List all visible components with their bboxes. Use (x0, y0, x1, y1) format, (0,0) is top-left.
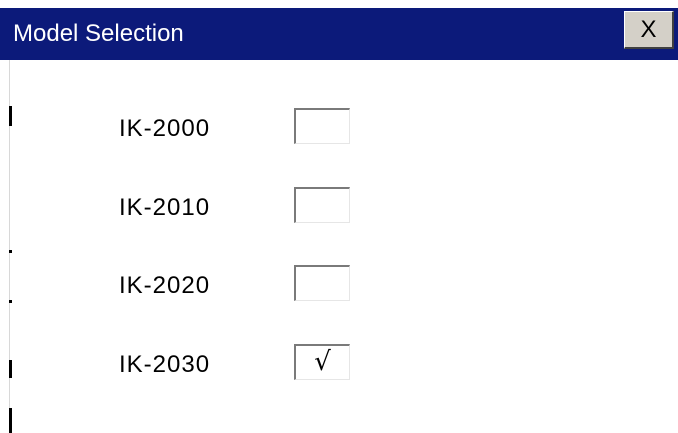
edge-tick (9, 250, 12, 253)
model-row-ik-2030: IK-2030 √ (0, 344, 678, 384)
model-checkbox-ik-2020[interactable] (294, 265, 350, 301)
title-bar: Model Selection X (0, 8, 678, 60)
model-checkbox-ik-2000[interactable] (294, 108, 350, 144)
model-row-ik-2000: IK-2000 (0, 108, 678, 148)
model-label: IK-2030 (119, 351, 211, 378)
edge-tick (9, 408, 12, 433)
model-label: IK-2010 (119, 194, 211, 221)
model-selection-dialog: Model Selection X IK-2000 IK-2010 IK-202… (0, 0, 678, 433)
window-title: Model Selection (13, 20, 184, 47)
model-row-ik-2020: IK-2020 (0, 265, 678, 305)
model-row-ik-2010: IK-2010 (0, 187, 678, 227)
check-mark-icon (296, 267, 349, 300)
model-label: IK-2020 (119, 272, 211, 299)
check-mark-icon: √ (314, 347, 331, 377)
check-mark-icon (296, 110, 349, 143)
model-checkbox-ik-2030[interactable]: √ (294, 344, 350, 380)
close-button[interactable]: X (624, 11, 674, 49)
check-mark-icon (296, 189, 349, 222)
model-label: IK-2000 (119, 115, 211, 142)
model-checkbox-ik-2010[interactable] (294, 187, 350, 223)
